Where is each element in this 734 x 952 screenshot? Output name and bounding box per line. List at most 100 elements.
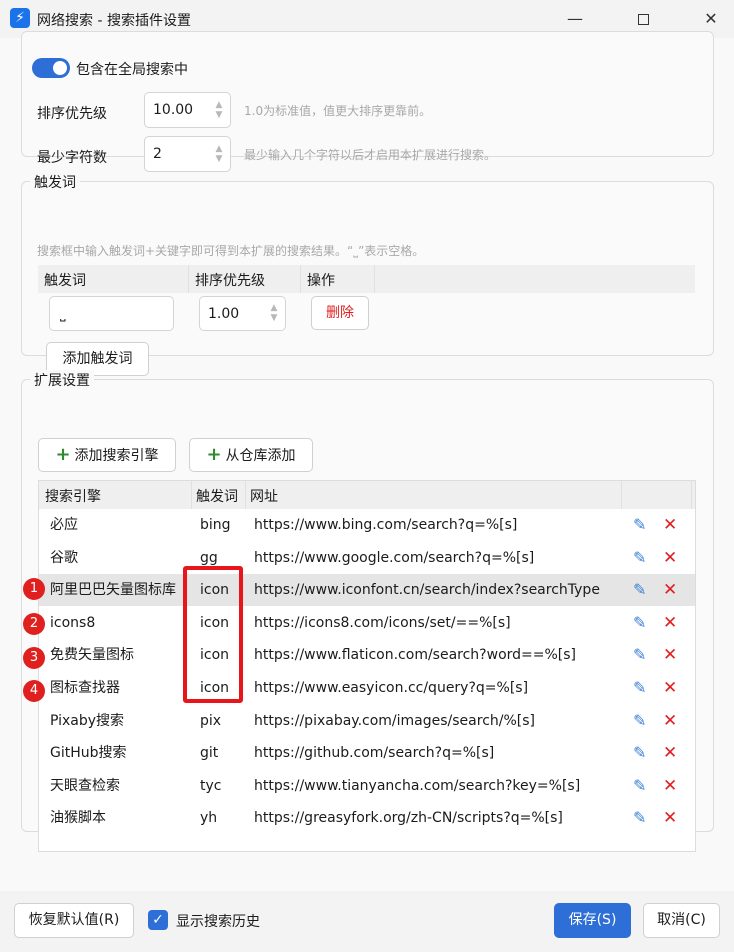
- col-trigger: 触发词: [44, 273, 86, 289]
- delete-x-icon[interactable]: ✕: [663, 672, 677, 704]
- divider: [245, 481, 246, 509]
- engine-url: https://www.flaticon.com/search?word==%[…: [254, 647, 577, 664]
- delete-trigger-button[interactable]: 删除: [311, 296, 369, 330]
- col-action: 操作: [307, 273, 335, 289]
- annotation-badge: 2: [23, 613, 45, 635]
- engine-url: https://github.com/search?q=%[s]: [254, 745, 495, 762]
- divider: [191, 481, 192, 509]
- delete-x-icon[interactable]: ✕: [663, 770, 677, 802]
- pencil-icon[interactable]: ✎: [633, 639, 646, 671]
- priority-label: 排序优先级: [37, 106, 107, 122]
- engine-trigger: yh: [200, 810, 218, 827]
- engine-name: icons8: [50, 614, 96, 631]
- annotation-badge: 1: [23, 578, 45, 600]
- engine-url: https://www.iconfont.cn/search/index?sea…: [254, 582, 600, 599]
- priority-spinbox[interactable]: 10.00 ▲ ▼: [144, 92, 231, 128]
- delete-x-icon[interactable]: ✕: [663, 639, 677, 671]
- cancel-button[interactable]: 取消(C): [643, 903, 720, 938]
- pencil-icon[interactable]: ✎: [633, 705, 646, 737]
- spin-arrows-icon[interactable]: ▲ ▼: [212, 144, 226, 166]
- pencil-icon[interactable]: ✎: [633, 607, 646, 639]
- delete-x-icon[interactable]: ✕: [663, 509, 677, 541]
- delete-x-icon[interactable]: ✕: [663, 574, 677, 606]
- engine-url: https://greasyfork.org/zh-CN/scripts?q=%…: [254, 810, 563, 827]
- divider: [188, 265, 189, 293]
- engine-name: 油猴脚本: [50, 810, 106, 827]
- pencil-icon[interactable]: ✎: [633, 770, 646, 802]
- engine-trigger: git: [200, 745, 219, 762]
- trigger-word-value: ⎵: [60, 306, 66, 322]
- trigger-table-header: 触发词 排序优先级 操作: [38, 265, 695, 293]
- col-engine: 搜索引擎: [45, 489, 101, 505]
- annotation-badge: 3: [23, 647, 45, 669]
- table-row[interactable]: 谷歌 gg https://www.google.com/search?q=%[s]…: [39, 542, 695, 574]
- engine-url: https://www.google.com/search?q=%[s]: [254, 549, 535, 566]
- engine-name: 图标查找器: [50, 680, 120, 696]
- plus-icon: +: [206, 444, 222, 465]
- divider: [300, 265, 301, 293]
- trigger-priority-spinbox[interactable]: 1.00 ▲ ▼: [199, 296, 286, 331]
- engine-url: https://www.tianyancha.com/search?key=%[…: [254, 777, 581, 794]
- show-history-checkbox[interactable]: ✓: [148, 910, 168, 930]
- table-row[interactable]: 阿里巴巴矢量图标库 icon https://www.iconfont.cn/sea…: [39, 574, 695, 607]
- divider: [374, 265, 375, 293]
- divider: [621, 481, 622, 509]
- general-settings-group: [21, 31, 714, 157]
- engine-trigger: pix: [200, 712, 222, 729]
- engine-trigger: bing: [200, 517, 231, 533]
- include-global-label: 包含在全局搜索中: [76, 62, 188, 78]
- pencil-icon[interactable]: ✎: [633, 672, 646, 704]
- pencil-icon[interactable]: ✎: [633, 509, 646, 541]
- annotation-badge: 4: [23, 680, 45, 702]
- plus-icon: +: [55, 444, 71, 465]
- delete-x-icon[interactable]: ✕: [663, 542, 677, 574]
- table-row[interactable]: 必应 bing https://www.bing.com/search?q=%[s]…: [39, 509, 695, 541]
- table-row[interactable]: 油猴脚本 yh https://greasyfork.org/zh-CN/scrip…: [39, 802, 695, 834]
- pencil-icon[interactable]: ✎: [633, 737, 646, 769]
- show-history-label: 显示搜索历史: [176, 914, 260, 930]
- pencil-icon[interactable]: ✎: [633, 802, 646, 834]
- maximize-icon: [637, 14, 649, 25]
- delete-x-icon[interactable]: ✕: [663, 737, 677, 769]
- min-chars-label: 最少字符数: [37, 150, 107, 166]
- min-chars-spinbox[interactable]: 2 ▲ ▼: [144, 136, 231, 172]
- engine-name: Pixaby搜索: [50, 712, 125, 729]
- table-row[interactable]: Pixaby搜索 pix https://pixabay.com/images/se…: [39, 705, 695, 737]
- engine-name: 天眼查检索: [50, 777, 120, 794]
- table-row[interactable]: 免费矢量图标 icon https://www.flaticon.com/searc…: [39, 639, 695, 671]
- window-title: 网络搜索 - 搜索插件设置: [37, 13, 191, 29]
- app-lightning-icon: ⚡: [10, 8, 30, 28]
- reset-defaults-button[interactable]: 恢复默认值(R): [14, 903, 134, 938]
- spin-arrows-icon[interactable]: ▲ ▼: [267, 303, 281, 325]
- trigger-hint: 搜索框中输入触发词+关键字即可得到本扩展的搜索结果。“⎵”表示空格。: [37, 244, 425, 258]
- engine-name: 谷歌: [50, 549, 78, 566]
- add-search-engine-label: 添加搜索引擎: [74, 448, 159, 464]
- spin-arrows-icon[interactable]: ▲ ▼: [212, 100, 226, 122]
- table-row[interactable]: 图标查找器 icon https://www.easyicon.cc/query?q…: [39, 672, 695, 704]
- save-button[interactable]: 保存(S): [554, 903, 631, 938]
- delete-x-icon[interactable]: ✕: [663, 705, 677, 737]
- table-row[interactable]: 天眼查检索 tyc https://www.tianyancha.com/searc…: [39, 770, 695, 802]
- trigger-word-input[interactable]: ⎵: [49, 296, 174, 331]
- trigger-words-legend: 触发词: [30, 172, 80, 192]
- col-trigger: 触发词: [196, 489, 238, 505]
- col-priority: 排序优先级: [195, 273, 265, 289]
- priority-hint: 1.0为标准值，值更大排序更靠前。: [244, 104, 432, 118]
- table-row[interactable]: icons8 icon https://icons8.com/icons/set/=…: [39, 607, 695, 639]
- col-url: 网址: [250, 489, 278, 505]
- extension-table-header: 搜索引擎 触发词 网址: [39, 481, 695, 509]
- table-row[interactable]: GitHub搜索 git https://github.com/search?q=%…: [39, 737, 695, 769]
- engine-name: 必应: [50, 517, 78, 533]
- include-global-toggle[interactable]: [32, 58, 70, 78]
- pencil-icon[interactable]: ✎: [633, 574, 646, 606]
- pencil-icon[interactable]: ✎: [633, 542, 646, 574]
- add-search-engine-button[interactable]: + 添加搜索引擎: [38, 438, 176, 472]
- add-from-repo-button[interactable]: + 从仓库添加: [189, 438, 313, 472]
- engine-url: https://icons8.com/icons/set/==%[s]: [254, 614, 511, 631]
- engine-url: https://www.bing.com/search?q=%[s]: [254, 517, 518, 533]
- delete-x-icon[interactable]: ✕: [663, 802, 677, 834]
- min-chars-value: 2: [153, 146, 162, 162]
- toggle-knob: [53, 61, 67, 75]
- min-chars-hint: 最少输入几个字符以后才启用本扩展进行搜索。: [244, 148, 497, 162]
- delete-x-icon[interactable]: ✕: [663, 607, 677, 639]
